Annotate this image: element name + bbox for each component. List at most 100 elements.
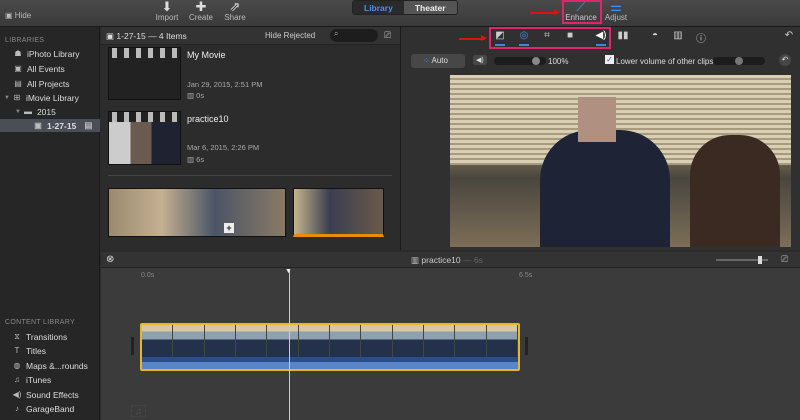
volume-slider-knob[interactable] bbox=[531, 57, 540, 65]
top-toolbar: ▣ Hide ⬇ Import ✚ Create ⇗ Share Library Th… bbox=[0, 0, 800, 27]
annotation-arrow bbox=[530, 9, 560, 15]
tab-theater[interactable]: Theater bbox=[403, 1, 457, 14]
sidebar-item-maps[interactable]: ◍ Maps &...rounds bbox=[0, 359, 100, 372]
event-star-icon: ▣ bbox=[34, 121, 42, 130]
guitar-icon: ♪ bbox=[15, 404, 19, 413]
divider bbox=[108, 175, 392, 176]
folder-icon: ▬ bbox=[23, 107, 32, 116]
video-preview[interactable] bbox=[450, 75, 791, 247]
sidebar-item-all-projects[interactable]: ▤ All Projects bbox=[0, 77, 100, 90]
event-title: ▣ 1-27-15 — 4 Items bbox=[106, 31, 187, 41]
music-well-icon[interactable]: ♫ bbox=[131, 405, 146, 417]
close-icon[interactable]: ⊗ bbox=[106, 254, 114, 265]
project-date: Jan 29, 2015, 2:51 PM bbox=[187, 80, 263, 89]
libraries-heading: LIBRARIES bbox=[5, 37, 45, 44]
speaker-icon: ◀) bbox=[12, 390, 22, 399]
film-icon: ▥ bbox=[187, 155, 197, 164]
reset-icon[interactable]: ↶ bbox=[782, 30, 796, 41]
trim-handle[interactable] bbox=[525, 337, 528, 355]
zoom-slider-knob[interactable] bbox=[758, 256, 762, 264]
preview-person bbox=[540, 130, 670, 247]
sidebar-item-garageband[interactable]: ♪ GarageBand bbox=[0, 402, 100, 415]
speed-turtle-icon[interactable]: ◓ bbox=[648, 30, 662, 41]
project-duration: ▥ 0s bbox=[187, 91, 205, 100]
sidebar-item-itunes[interactable]: ♫ iTunes bbox=[0, 373, 100, 386]
timeline-clip[interactable] bbox=[140, 323, 520, 371]
ruler-end: 6.5s bbox=[519, 272, 533, 279]
zoom-slider[interactable] bbox=[716, 256, 768, 264]
enhance-highlight bbox=[562, 0, 602, 24]
preview-person bbox=[690, 135, 780, 247]
star-icon: ▣ bbox=[106, 31, 117, 41]
equalizer-icon[interactable]: ▮▮ bbox=[616, 30, 630, 41]
controls-highlight bbox=[489, 27, 611, 49]
timeline-header: ⊗ ▥ practice10 — 6s ⎚ bbox=[101, 252, 800, 268]
viewer: ◩ ◎ ⌗ ■ ◀) ▮▮ ◓ ▥ ⓘ ↶ ⁘ Auto ◀) 100% ✓ L… bbox=[400, 27, 800, 250]
adjust-button[interactable]: ⚌ Adjust bbox=[598, 0, 634, 22]
filter-select[interactable]: Hide Rejected bbox=[265, 31, 315, 40]
settings-icon[interactable]: ⎚ bbox=[781, 254, 788, 265]
clip-filmstrip-selected[interactable] bbox=[293, 188, 384, 237]
project-thumbnail[interactable] bbox=[108, 47, 181, 100]
ruler-start: 0.0s bbox=[141, 272, 155, 279]
volume-value: 100% bbox=[548, 57, 569, 66]
clapper-icon: ▤ bbox=[14, 79, 22, 88]
reset-button[interactable]: ↶ bbox=[779, 54, 791, 66]
sidebar-item-titles[interactable]: T Titles bbox=[0, 344, 100, 357]
film-icon: ▥ bbox=[187, 91, 197, 100]
search-icon: ⌕ bbox=[334, 29, 339, 38]
lower-volume-slider[interactable] bbox=[713, 57, 765, 65]
hide-button[interactable]: ▣ Hide bbox=[5, 11, 31, 20]
sidebar-item-sound-effects[interactable]: ◀) Sound Effects bbox=[0, 388, 100, 401]
clip-filmstrip[interactable]: + bbox=[108, 188, 286, 237]
tab-library[interactable]: Library bbox=[353, 1, 404, 14]
playhead[interactable] bbox=[289, 270, 290, 420]
import-button[interactable]: ⬇ Import bbox=[149, 0, 185, 22]
share-icon: ⇗ bbox=[229, 0, 241, 14]
import-icon: ⬇ bbox=[161, 0, 173, 14]
sidebar: LIBRARIES ☗ iPhoto Library ▣ All Events ▤ A… bbox=[0, 27, 100, 420]
clapper-icon: ▤ bbox=[84, 120, 93, 130]
auto-button[interactable]: ⁘ Auto bbox=[411, 54, 465, 68]
search-input[interactable]: ⌕ bbox=[330, 29, 378, 42]
project-name: practice10 bbox=[187, 114, 229, 124]
sidebar-item-1-27-15[interactable]: ▣ 1-27-15 ▤ bbox=[0, 119, 100, 132]
film-icon: ▥ bbox=[411, 255, 422, 265]
iphoto-icon: ☗ bbox=[14, 49, 22, 58]
plus-icon: ✚ bbox=[195, 0, 207, 14]
browser-header: ▣ 1-27-15 — 4 Items Hide Rejected ⌕ ⎚ bbox=[101, 27, 400, 45]
info-icon[interactable]: ⓘ bbox=[694, 30, 708, 45]
slider-knob[interactable] bbox=[735, 57, 743, 65]
clip-video-frames bbox=[142, 325, 518, 357]
lower-volume-checkbox[interactable]: ✓ bbox=[605, 55, 614, 64]
create-button[interactable]: ✚ Create bbox=[183, 0, 219, 22]
project-name: My Movie bbox=[187, 50, 226, 60]
project-thumbnail[interactable] bbox=[108, 111, 181, 165]
sliders-icon: ⚌ bbox=[610, 0, 622, 14]
sidebar-item-iphoto[interactable]: ☗ iPhoto Library bbox=[0, 47, 100, 60]
trim-handle[interactable] bbox=[131, 337, 134, 355]
star-icon: ▣ bbox=[14, 64, 22, 73]
project-date: Mar 6, 2015, 2:26 PM bbox=[187, 143, 260, 152]
sidebar-item-2015[interactable]: ▼ ▬ 2015 bbox=[0, 105, 100, 118]
titles-icon: T bbox=[14, 346, 20, 355]
annotation-arrow bbox=[459, 35, 487, 41]
mute-button[interactable]: ◀) bbox=[473, 55, 487, 65]
timeline-title: ▥ practice10 — 6s bbox=[411, 255, 483, 265]
project-duration: ▥ 6s bbox=[187, 155, 205, 164]
sidebar-item-imovie-library[interactable]: ▼ ⊞ iMovie Library bbox=[0, 91, 100, 104]
content-library-heading: CONTENT LIBRARY bbox=[5, 319, 75, 326]
music-note-icon: ♫ bbox=[14, 375, 20, 384]
share-button[interactable]: ⇗ Share bbox=[217, 0, 253, 22]
event-browser: ▣ 1-27-15 — 4 Items Hide Rejected ⌕ ⎚ My… bbox=[101, 27, 400, 250]
sidebar-item-transitions[interactable]: ⧖ Transitions bbox=[0, 330, 100, 343]
volume-slider[interactable] bbox=[494, 57, 546, 65]
playhead-marker-icon[interactable]: ▼ bbox=[285, 268, 292, 275]
add-icon[interactable]: + bbox=[224, 223, 234, 233]
globe-icon: ◍ bbox=[13, 361, 21, 370]
clip-appearance-icon[interactable]: ⎚ bbox=[384, 30, 391, 41]
hide-icon: ▣ bbox=[5, 11, 15, 20]
clip-filter-icon[interactable]: ▥ bbox=[671, 30, 685, 41]
sidebar-item-all-events[interactable]: ▣ All Events bbox=[0, 62, 100, 75]
transitions-icon: ⧖ bbox=[14, 331, 20, 341]
